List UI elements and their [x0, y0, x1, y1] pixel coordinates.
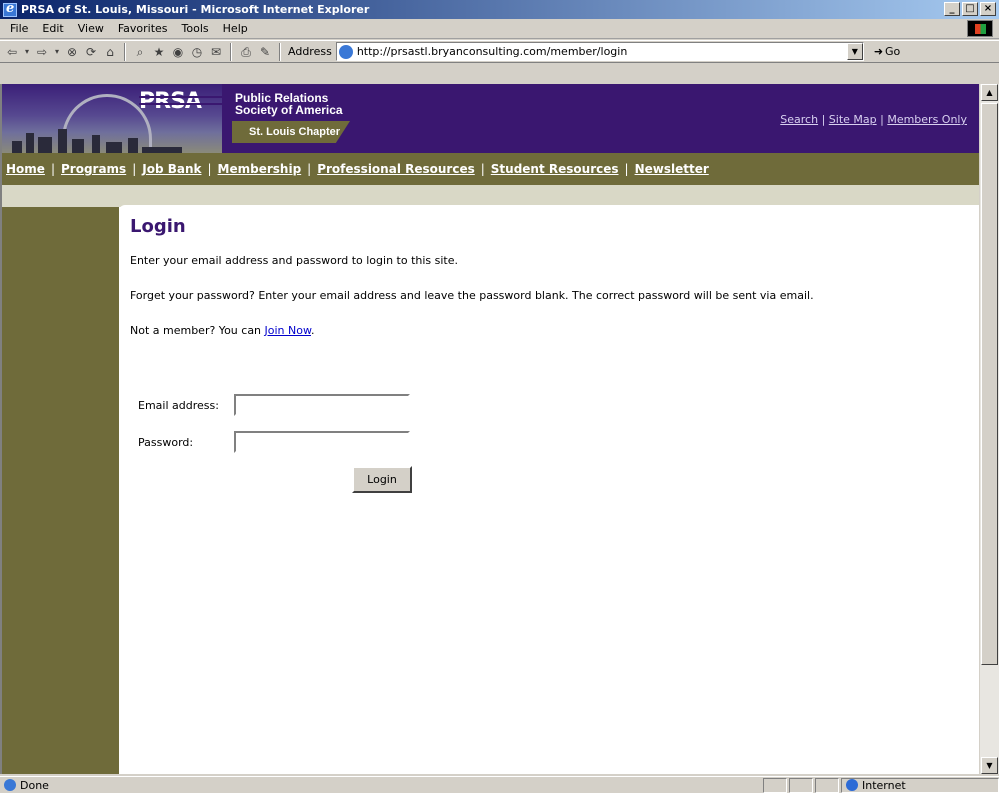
nav-separator: |	[624, 162, 629, 176]
prsa-logo[interactable]: PRSA	[139, 91, 227, 113]
nav-newsletter[interactable]: Newsletter	[635, 162, 709, 176]
media-icon[interactable]: ◉	[170, 44, 186, 60]
nav-student-resources[interactable]: Student Resources	[491, 162, 619, 176]
nav-membership[interactable]: Membership	[218, 162, 302, 176]
intro-text: Enter your email address and password to…	[130, 254, 459, 267]
favorites-icon[interactable]: ★	[151, 44, 167, 60]
nav-separator: |	[132, 162, 137, 176]
forgot-password-text: Forget your password? Enter your email a…	[130, 289, 814, 302]
login-content: Login Enter your email address and passw…	[130, 216, 970, 359]
password-label: Password:	[138, 435, 194, 449]
back-icon[interactable]: ⇦	[4, 44, 20, 60]
nav-separator: |	[207, 162, 212, 176]
dropdown-arrow-icon[interactable]: ▾	[23, 44, 31, 60]
toolbar-separator	[230, 42, 232, 61]
menu-tools[interactable]: Tools	[175, 22, 216, 35]
nav-programs[interactable]: Programs	[61, 162, 126, 176]
toolbar-separator	[124, 42, 126, 61]
join-prefix: Not a member? You can	[130, 324, 265, 337]
nav-separator: |	[307, 162, 312, 176]
nav-separator: |	[480, 162, 485, 176]
content-corner	[119, 205, 979, 211]
print-icon[interactable]: ⎙	[238, 44, 254, 60]
address-field[interactable]: http://prsastl.bryanconsulting.com/membe…	[335, 42, 864, 61]
minimize-button[interactable]: _	[944, 2, 960, 16]
email-row: Email address:	[138, 394, 410, 416]
address-url[interactable]: http://prsastl.bryanconsulting.com/membe…	[357, 45, 628, 58]
org-name: Public Relations Society of America	[235, 92, 343, 116]
org-name-line2: Society of America	[235, 103, 343, 117]
chapter-label: St. Louis Chapter	[232, 121, 350, 143]
vertical-scrollbar[interactable]: ▲ ▼	[979, 84, 999, 774]
join-text: Not a member? You can Join Now.	[130, 324, 970, 337]
page-icon	[4, 779, 16, 791]
page-title: Login	[130, 216, 186, 237]
forward-icon[interactable]: ⇨	[34, 44, 50, 60]
main-nav: Home | Programs | Job Bank | Membership | Pr…	[2, 153, 979, 185]
scroll-thumb[interactable]	[981, 103, 998, 665]
ie-app-icon	[3, 1, 17, 17]
password-field[interactable]	[234, 431, 410, 453]
home-icon[interactable]: ⌂	[102, 44, 118, 60]
windows-logo-icon	[967, 20, 993, 37]
nav-professional-resources[interactable]: Professional Resources	[317, 162, 475, 176]
status-cell	[815, 777, 839, 793]
mail-icon[interactable]: ✉	[208, 44, 224, 60]
email-field[interactable]	[234, 394, 410, 416]
join-suffix: .	[310, 324, 315, 337]
nav-separator: |	[50, 162, 55, 176]
close-button[interactable]: ×	[980, 2, 996, 16]
go-arrow-icon: ➜	[873, 45, 884, 58]
toolbar-separator	[279, 42, 281, 61]
internet-globe-icon	[846, 779, 858, 791]
menu-favorites[interactable]: Favorites	[111, 22, 175, 35]
scroll-up-arrow-icon[interactable]: ▲	[981, 84, 998, 101]
site-header: PRSA Public Relations Society of America…	[2, 84, 979, 153]
nav-home[interactable]: Home	[6, 162, 45, 176]
window-title: PRSA of St. Louis, Missouri - Microsoft …	[21, 3, 370, 16]
scroll-down-arrow-icon[interactable]: ▼	[981, 757, 998, 774]
search-icon[interactable]: ⌕	[132, 44, 148, 60]
zone-text: Internet	[862, 778, 906, 792]
site-map-link[interactable]: Site Map	[829, 113, 877, 126]
history-icon[interactable]: ◷	[189, 44, 205, 60]
menu-bar: File Edit View Favorites Tools Help	[0, 19, 999, 39]
nav-job-bank[interactable]: Job Bank	[142, 162, 201, 176]
status-cell	[789, 777, 813, 793]
email-label: Email address:	[138, 398, 219, 412]
menu-view[interactable]: View	[71, 22, 111, 35]
link-separator: |	[821, 113, 829, 126]
page-icon	[338, 44, 353, 59]
status-bar: Done Internet	[0, 776, 999, 793]
menu-edit[interactable]: Edit	[35, 22, 70, 35]
password-row: Password:	[138, 431, 410, 453]
security-zone: Internet	[841, 777, 999, 793]
maximize-button[interactable]: □	[962, 2, 978, 16]
search-link[interactable]: Search	[780, 113, 818, 126]
dropdown-arrow-icon[interactable]: ▾	[53, 44, 61, 60]
join-now-link[interactable]: Join Now	[265, 324, 311, 337]
go-label: Go	[885, 45, 901, 58]
address-dropdown-button[interactable]: ▼	[846, 43, 863, 60]
status-text: Done	[20, 778, 49, 792]
edit-icon[interactable]: ✎	[257, 44, 273, 60]
login-button[interactable]: Login	[352, 466, 412, 493]
left-sidebar	[2, 207, 119, 774]
sub-nav-strip	[2, 185, 979, 207]
stop-icon[interactable]: ⊗	[64, 44, 80, 60]
address-label: Address	[288, 45, 332, 58]
menu-file[interactable]: File	[3, 22, 35, 35]
status-text-area: Done	[0, 779, 761, 792]
header-links: Search | Site Map | Members Only	[780, 113, 967, 126]
address-toolbar: ⇦ ▾ ⇨ ▾ ⊗ ⟳ ⌂ ⌕ ★ ◉ ◷ ✉ ⎙ ✎ Address http…	[0, 40, 999, 63]
window-title-bar[interactable]: PRSA of St. Louis, Missouri - Microsoft …	[0, 0, 999, 19]
refresh-icon[interactable]: ⟳	[83, 44, 99, 60]
members-only-link[interactable]: Members Only	[887, 113, 967, 126]
page-viewport: PRSA Public Relations Society of America…	[0, 84, 979, 774]
menu-help[interactable]: Help	[216, 22, 255, 35]
go-button[interactable]: ➜ Go	[874, 45, 900, 58]
status-cell	[763, 777, 787, 793]
